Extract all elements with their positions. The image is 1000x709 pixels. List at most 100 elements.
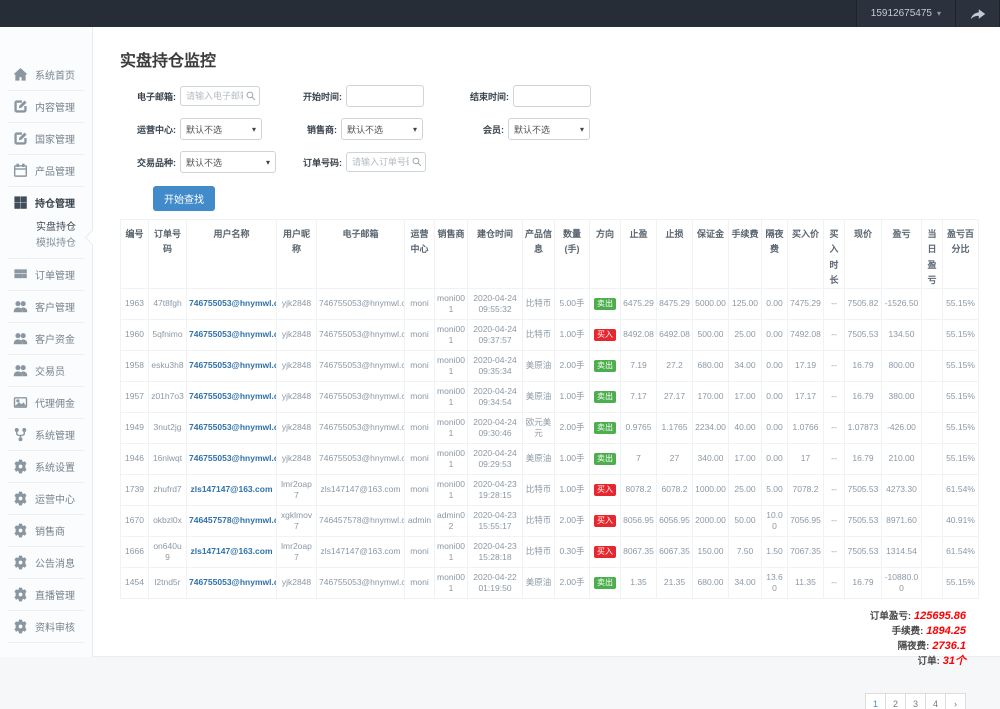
sidebar-item-operation[interactable]: 运营中心 (0, 483, 92, 514)
cell: 1670 (121, 506, 149, 537)
select-caret-icon: ▾ (266, 158, 270, 167)
cell: yjk2848 (277, 351, 317, 382)
column-header: 现价 (845, 220, 882, 289)
sidebar-item-content[interactable]: 内容管理 (0, 91, 92, 122)
sidebar-subitem-sim-position[interactable]: 模拟持仓 (36, 236, 92, 252)
sidebar-item-product[interactable]: 产品管理 (0, 155, 92, 186)
edit-icon (13, 99, 28, 114)
summary-line: 订单:31个 (120, 654, 966, 669)
cell: moni001 (435, 382, 468, 413)
cell: -- (824, 568, 845, 599)
sidebar-item-system[interactable]: 系统管理 (0, 419, 92, 450)
page-next-button[interactable]: › (945, 693, 966, 709)
cell: 2.00手 (555, 568, 590, 599)
cell: 美原油 (523, 568, 555, 599)
sidebar-item-country[interactable]: 国家管理 (0, 123, 92, 154)
sidebar-item-home[interactable]: 系统首页 (0, 59, 92, 90)
cell: 比特币 (523, 506, 555, 537)
cell: okbzl0x (149, 506, 187, 537)
column-header: 用户名称 (187, 220, 277, 289)
cell: admin (405, 506, 435, 537)
cell: 1.35 (621, 568, 657, 599)
cell: 746755053@hnymwl.com (317, 289, 405, 320)
sidebar-subitem-real-position[interactable]: 实盘持仓 (36, 220, 92, 236)
cell (922, 537, 943, 568)
positions-table-wrap: 编号订单号码用户名称用户昵称电子邮箱运营中心销售商建仓时间产品信息数量(手)方向… (120, 219, 978, 599)
sidebar-item-label: 持仓管理 (35, 195, 75, 210)
sidebar-item-order[interactable]: 订单管理 (0, 259, 92, 290)
user-name-link[interactable]: 746755053@hnymwl.com (189, 577, 277, 587)
sidebar-item-funds[interactable]: 客户资金 (0, 323, 92, 354)
sidebar-item-notice[interactable]: 公告消息 (0, 547, 92, 578)
cell: 746755053@hnymwl.com (187, 289, 277, 320)
seller-select[interactable]: 默认不选 ▾ (341, 118, 423, 140)
direction-badge: 卖出 (594, 298, 616, 310)
cell: 16.79 (845, 382, 882, 413)
user-name-link[interactable]: zls147147@163.com (190, 484, 272, 494)
sidebar-item-customer[interactable]: 客户管理 (0, 291, 92, 322)
cell: 卖出 (590, 351, 621, 382)
user-name-link[interactable]: 746755053@hnymwl.com (189, 391, 277, 401)
user-name-link[interactable]: 746755053@hnymwl.com (189, 422, 277, 432)
start-time-input[interactable] (346, 85, 424, 107)
cell: 1739 (121, 475, 149, 506)
cell: 8492.08 (621, 320, 657, 351)
cell: 27.2 (657, 351, 693, 382)
cell: moni (405, 382, 435, 413)
image-icon (13, 395, 28, 410)
sidebar-item-audit[interactable]: 资料审核 (0, 611, 92, 642)
user-name-link[interactable]: 746755053@hnymwl.com (189, 329, 277, 339)
user-name-link[interactable]: 746457578@hnymwl.com (189, 515, 277, 525)
page-button-3[interactable]: 3 (905, 693, 926, 709)
cell: 2020-04-23 15:28:18 (468, 537, 523, 568)
cell: 1000.00 (693, 475, 729, 506)
sidebar-item-seller[interactable]: 销售商 (0, 515, 92, 546)
operation-center-select[interactable]: 默认不选 ▾ (180, 118, 262, 140)
page-button-1[interactable]: 1 (865, 693, 886, 709)
cell: 2020-04-24 09:29:53 (468, 444, 523, 475)
cell: 4273.30 (882, 475, 922, 506)
cell: 746755053@hnymwl.com (317, 351, 405, 382)
sidebar-item-settings[interactable]: 系统设置 (0, 451, 92, 482)
end-time-label: 结束时间: (470, 90, 509, 103)
user-name-link[interactable]: 746755053@hnymwl.com (189, 360, 277, 370)
user-name-link[interactable]: 746755053@hnymwl.com (189, 298, 277, 308)
cell: 7.17 (621, 382, 657, 413)
sidebar-item-position[interactable]: 持仓管理 (0, 187, 92, 218)
cell (922, 506, 943, 537)
sidebar-item-label: 客户资金 (35, 331, 75, 346)
cell: 2020-04-24 09:35:34 (468, 351, 523, 382)
page-button-4[interactable]: 4 (925, 693, 946, 709)
sidebar-item-commission[interactable]: 代理佣金 (0, 387, 92, 418)
cell: 0.00 (762, 413, 788, 444)
cell: 746457578@hnymwl.com (317, 506, 405, 537)
cell (922, 320, 943, 351)
cell: 8078.2 (621, 475, 657, 506)
cell: 340.00 (693, 444, 729, 475)
table-row: 1958esku3h8746755053@hnymwl.comyjk284874… (121, 351, 979, 382)
sidebar-item-trader[interactable]: 交易员 (0, 355, 92, 386)
sidebar-item-live[interactable]: 直播管理 (0, 579, 92, 610)
logout-button[interactable] (956, 0, 1000, 27)
end-time-filter: 结束时间: (470, 85, 978, 107)
fork-icon (13, 427, 28, 442)
sidebar-item-label: 系统设置 (35, 459, 75, 474)
cell: 5.00 (762, 475, 788, 506)
select-caret-icon: ▾ (580, 125, 584, 134)
page-button-2[interactable]: 2 (885, 693, 906, 709)
cell: 1.0766 (788, 413, 824, 444)
seller-filter: 销售商: 默认不选 ▾ (303, 118, 470, 140)
member-select[interactable]: 默认不选 ▾ (508, 118, 590, 140)
end-time-input[interactable] (513, 85, 591, 107)
user-menu-button[interactable]: 15912675475 ▾ (856, 0, 956, 27)
cell: -- (824, 475, 845, 506)
cell: moni (405, 320, 435, 351)
search-button[interactable]: 开始查找 (153, 186, 215, 211)
column-header: 保证金 (693, 220, 729, 289)
cell: 5.00手 (555, 289, 590, 320)
symbol-select[interactable]: 默认不选 ▾ (180, 151, 276, 173)
user-name-link[interactable]: zls147147@163.com (190, 546, 272, 556)
cell: 0.00 (762, 289, 788, 320)
cell: -10880.00 (882, 568, 922, 599)
user-name-link[interactable]: 746755053@hnymwl.com (189, 453, 277, 463)
